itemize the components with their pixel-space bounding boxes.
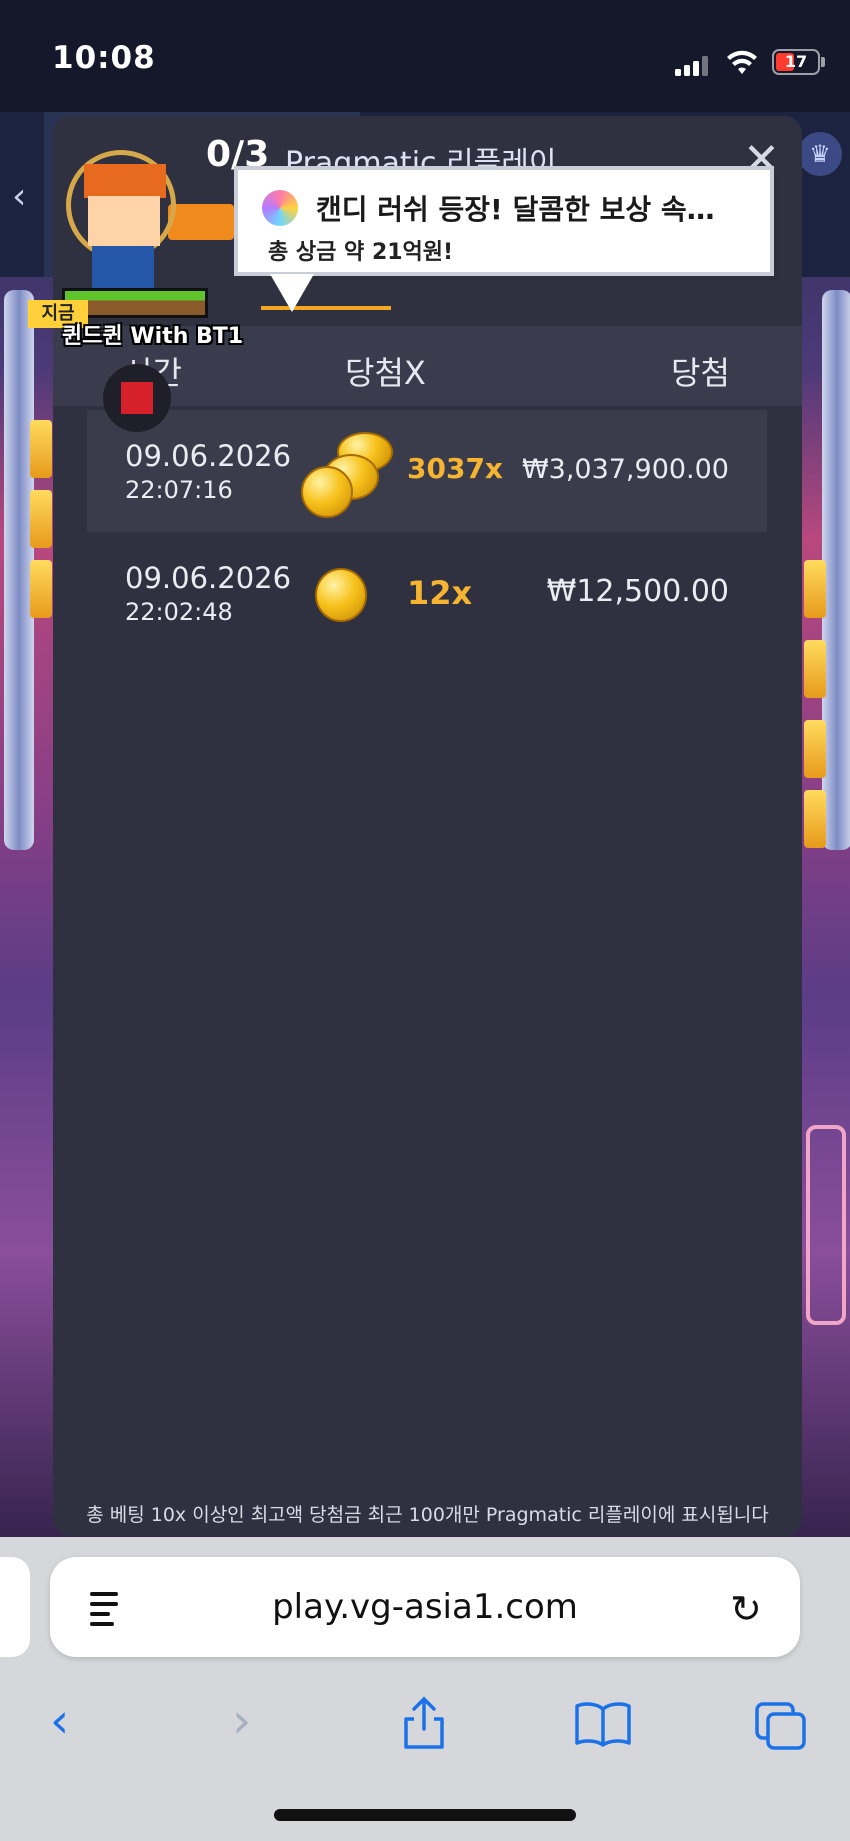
row-amount: ₩3,037,900.00 [521, 454, 729, 485]
coin-icon [315, 568, 367, 622]
previous-tab-card[interactable] [0, 1557, 30, 1657]
browser-chrome: play.vg-asia1.com ↻ ‹ › [0, 1537, 850, 1841]
reload-icon[interactable]: ↻ [730, 1587, 762, 1631]
promo-toast[interactable]: 캔디 러쉬 등장! 달콤한 보상 속… 총 상금 약 21억원! [234, 166, 774, 276]
right-pillar-decoration [822, 290, 850, 850]
row-time: 22:02:48 [125, 598, 233, 626]
slot-symbol [30, 490, 52, 548]
table-row[interactable]: 09.06.2026 22:07:16 3037x ₩3,037,900.00 [87, 410, 767, 532]
wifi-icon [727, 50, 757, 74]
slot-symbol [30, 560, 52, 618]
game-frame-decoration [806, 1125, 846, 1325]
share-icon[interactable] [400, 1695, 448, 1751]
toast-title: 캔디 러쉬 등장! 달콤한 보상 속… [316, 193, 715, 226]
toast-subtitle: 총 상금 약 21억원! [268, 240, 454, 265]
slot-symbol [804, 790, 826, 848]
row-time: 22:07:16 [125, 476, 233, 504]
slot-symbol [30, 420, 52, 478]
row-multiplier: 12x [407, 574, 473, 612]
cellular-signal-icon [675, 56, 708, 76]
address-bar[interactable]: play.vg-asia1.com ↻ [50, 1557, 800, 1657]
table-row[interactable]: 09.06.2026 22:02:48 12x ₩12,500.00 [87, 532, 767, 654]
forward-icon[interactable]: › [232, 1693, 251, 1749]
back-icon[interactable]: ‹ [50, 1693, 69, 1749]
battery-level: 17 [784, 52, 808, 71]
toast-tail [270, 274, 314, 312]
crown-icon[interactable]: ♛ [798, 132, 842, 176]
game-back-chevron-icon[interactable]: ‹ [12, 176, 26, 217]
ladybug-icon[interactable] [103, 364, 171, 432]
home-indicator [274, 1809, 576, 1821]
tabs-icon[interactable] [754, 1701, 808, 1751]
column-header-win: 당첨 [671, 354, 730, 392]
character-name-label: 퀸드퀸 With BT1 [62, 324, 244, 349]
browser-toolbar: ‹ › [0, 1677, 850, 1767]
slot-symbol [804, 560, 826, 618]
status-bar: 10:08 17 [0, 0, 850, 112]
bookmarks-icon[interactable] [574, 1701, 632, 1747]
row-date: 09.06.2026 [125, 439, 292, 473]
lollipop-icon [262, 190, 298, 226]
battery-icon: 17 [772, 49, 820, 75]
status-time: 10:08 [52, 40, 156, 76]
row-amount: ₩12,500.00 [546, 574, 729, 609]
slot-symbol [804, 640, 826, 698]
footer-note: 총 베팅 10x 이상인 최고액 당첨금 최근 100개만 Pragmatic … [86, 1504, 769, 1526]
url-text[interactable]: play.vg-asia1.com [50, 1587, 800, 1627]
column-header-multiplier: 당첨X [345, 354, 426, 392]
row-date: 09.06.2026 [125, 561, 292, 595]
slot-symbol [804, 720, 826, 778]
row-multiplier: 3037x [407, 452, 503, 485]
